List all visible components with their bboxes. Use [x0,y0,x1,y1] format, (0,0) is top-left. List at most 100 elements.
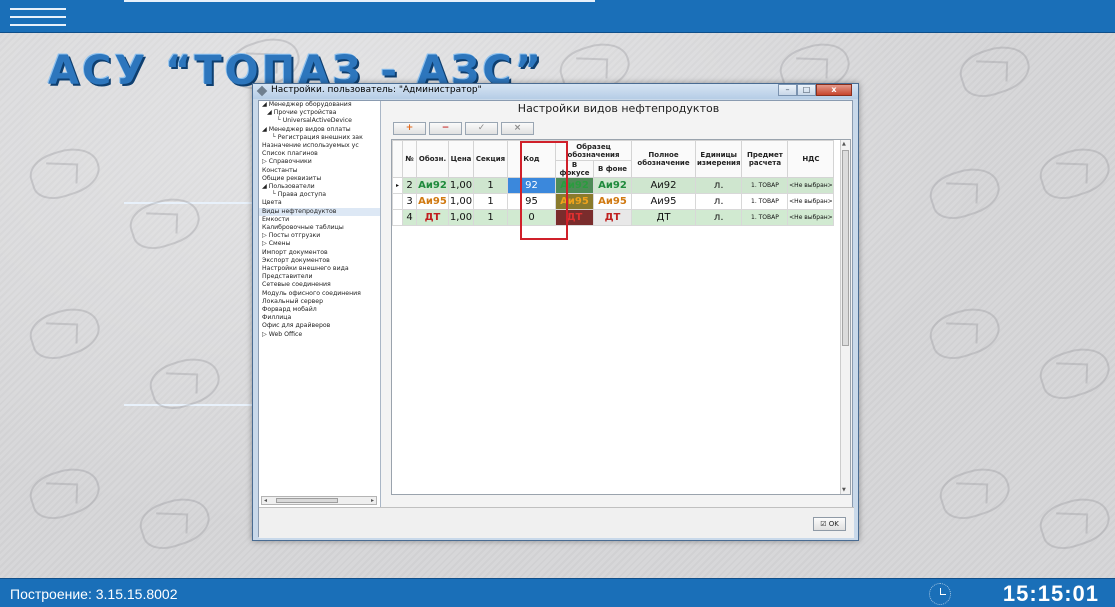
tree-item[interactable]: Форвард мобайл [259,306,380,314]
wallpaper-logo-mark [1034,140,1115,206]
tree-item[interactable]: └ Регистрация внешних зак [259,134,380,142]
tree-item[interactable]: └ UniversalActiveDevice [259,117,380,125]
tree-item[interactable]: ◢ Пользователи [259,183,380,191]
cell-section[interactable]: 1 [473,209,508,226]
ok-button[interactable]: ☑ OK [813,517,846,531]
tree-item[interactable]: ▷ Web Office [259,331,380,339]
delete-button[interactable]: − [429,122,462,135]
tree-item[interactable]: ▷ Посты отгрузки [259,232,380,240]
wallpaper-logo-mark [24,460,106,526]
cell-code[interactable]: 0 [507,209,556,226]
cell-price[interactable]: 1,00 [448,177,474,194]
cell-sample-focus[interactable]: ДТ [555,209,594,226]
tree-item[interactable]: └ Права доступа [259,191,380,199]
cell-units[interactable]: л. [694,177,743,194]
products-grid[interactable]: № Обозн. Цена Секция Код Образец обознач… [391,139,851,495]
column-price[interactable]: Цена [448,140,474,178]
cell-section[interactable]: 1 [473,177,508,194]
cell-section[interactable]: 1 [473,193,508,210]
scroll-right-icon[interactable]: ▸ [371,497,374,504]
tree-item[interactable]: Экспорт документов [259,257,380,265]
table-row[interactable]: ▸ 2 Аи92 1,00 1 92 Аи92 Аи92 Аи92 л. 1. … [392,177,835,194]
cell-full[interactable]: ДТ [631,209,696,226]
column-full[interactable]: Полное обозначение [631,140,696,178]
cell-num[interactable]: 2 [402,177,417,194]
cell-units[interactable]: л. [694,193,743,210]
cell-sample-bg[interactable]: ДТ [593,209,632,226]
tree-item[interactable]: Локальный сервер [259,298,380,306]
tree-item[interactable]: ▷ Справочники [259,158,380,166]
scroll-left-icon[interactable]: ◂ [264,497,267,504]
cell-subject[interactable]: 1. ТОВАР [741,193,789,210]
cell-full[interactable]: Аи92 [631,177,696,194]
tree-item[interactable]: Сетевые соединения [259,281,380,289]
tree-item[interactable]: Цвета [259,199,380,207]
cell-abbr[interactable]: ДТ [416,209,449,226]
settings-window: Настройки. пользователь: "Администратор"… [252,83,859,541]
cell-price[interactable]: 1,00 [448,193,474,210]
tree-horizontal-scrollbar[interactable]: ◂ ▸ [261,496,377,505]
cell-code[interactable]: 95 [507,193,556,210]
cell-sample-bg[interactable]: Аи95 [593,193,632,210]
tree-item[interactable]: Список плагинов [259,150,380,158]
column-units[interactable]: Единицы измерения [694,140,743,178]
tree-item[interactable]: Константы [259,167,380,175]
cell-units[interactable]: л. [694,209,743,226]
cell-vat[interactable]: <Не выбран> [787,177,835,194]
column-num[interactable]: № [402,140,417,178]
cell-full[interactable]: Аи95 [631,193,696,210]
column-code[interactable]: Код [507,140,556,178]
cell-sample-focus[interactable]: Аи95 [555,193,594,210]
tree-item[interactable]: Модуль офисного соединения [259,290,380,298]
column-subject[interactable]: Предмет расчета [741,140,789,178]
table-row[interactable]: 3 Аи95 1,00 1 95 Аи95 Аи95 Аи95 л. 1. ТО… [392,193,835,210]
column-abbr[interactable]: Обозн. [416,140,449,178]
cell-num[interactable]: 4 [402,209,417,226]
add-button[interactable]: + [393,122,426,135]
tree-item[interactable]: Назначение используемых ус [259,142,380,150]
cell-abbr[interactable]: Аи95 [416,193,449,210]
cell-price[interactable]: 1,00 [448,209,474,226]
tree-item[interactable]: Общие реквизиты [259,175,380,183]
cell-code[interactable]: 92 [507,177,556,194]
tree-item[interactable]: Офис для драйверов [259,322,380,330]
tree-item[interactable]: Настройки внешнего вида [259,265,380,273]
settings-tree[interactable]: ◢ Менеджер оборудования ◢ Прочие устройст… [259,101,381,507]
save-button[interactable]: ✓ [465,122,498,135]
cell-abbr[interactable]: Аи92 [416,177,449,194]
cancel-button[interactable]: × [501,122,534,135]
cell-vat[interactable]: <Не выбран> [787,209,835,226]
cell-sample-bg[interactable]: Аи92 [593,177,632,194]
tree-item[interactable]: Калибровочные таблицы [259,224,380,232]
column-in-focus[interactable]: В фокусе [555,160,594,178]
cell-vat[interactable]: <Не выбран> [787,193,835,210]
scroll-up-icon[interactable]: ▲ [842,141,846,147]
cell-num[interactable]: 3 [402,193,417,210]
column-sample[interactable]: Образец обозначения [555,140,632,161]
column-in-background[interactable]: В фоне [593,160,632,178]
minimize-button[interactable]: – [778,84,797,96]
tree-item[interactable]: Виды нефтепродуктов [259,207,380,216]
tree-item[interactable]: Импорт документов [259,249,380,257]
grid-vertical-scrollbar[interactable]: ▲ ▼ [840,140,850,494]
column-vat[interactable]: НДС [787,140,835,178]
scroll-thumb[interactable] [842,150,849,346]
tree-item[interactable]: Представители [259,273,380,281]
table-row[interactable]: 4 ДТ 1,00 1 0 ДТ ДТ ДТ л. 1. ТОВАР <Не в… [392,209,835,226]
wallpaper-logo-mark [1034,490,1115,556]
scroll-down-icon[interactable]: ▼ [842,487,846,493]
window-titlebar[interactable]: Настройки. пользователь: "Администратор"… [253,84,858,99]
tree-item[interactable]: ▷ Смены [259,240,380,248]
cell-subject[interactable]: 1. ТОВАР [741,209,789,226]
tree-item[interactable]: ◢ Менеджер видов оплаты [259,126,380,134]
left-menu-icon[interactable] [10,8,66,26]
tree-item[interactable]: Емкости [259,216,380,224]
column-section[interactable]: Секция [473,140,508,178]
cell-subject[interactable]: 1. ТОВАР [741,177,789,194]
row-pointer-icon: ▸ [392,177,403,194]
maximize-button[interactable]: □ [797,84,816,96]
tree-item[interactable]: ◢ Менеджер оборудования [259,101,380,109]
cell-sample-focus[interactable]: Аи92 [555,177,594,194]
close-button[interactable]: x [816,84,852,96]
scroll-thumb[interactable] [276,498,338,503]
